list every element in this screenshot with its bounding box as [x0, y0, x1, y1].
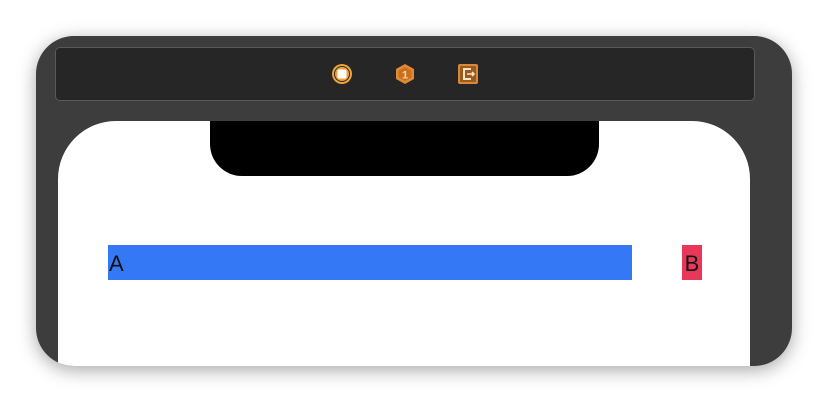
- device-screen[interactable]: A B: [58, 121, 750, 366]
- view-controller-icon[interactable]: [331, 63, 353, 85]
- exit-icon[interactable]: [457, 63, 479, 85]
- label-a[interactable]: A: [108, 245, 632, 280]
- storyboard-canvas: 1 A B: [0, 0, 828, 402]
- device-notch: [210, 121, 599, 176]
- scene-dock-toolbar: 1: [55, 47, 755, 101]
- first-responder-icon[interactable]: 1: [394, 63, 416, 85]
- svg-text:1: 1: [402, 70, 408, 82]
- label-b[interactable]: B: [682, 245, 702, 280]
- view-controller-scene[interactable]: 1 A B: [36, 36, 792, 366]
